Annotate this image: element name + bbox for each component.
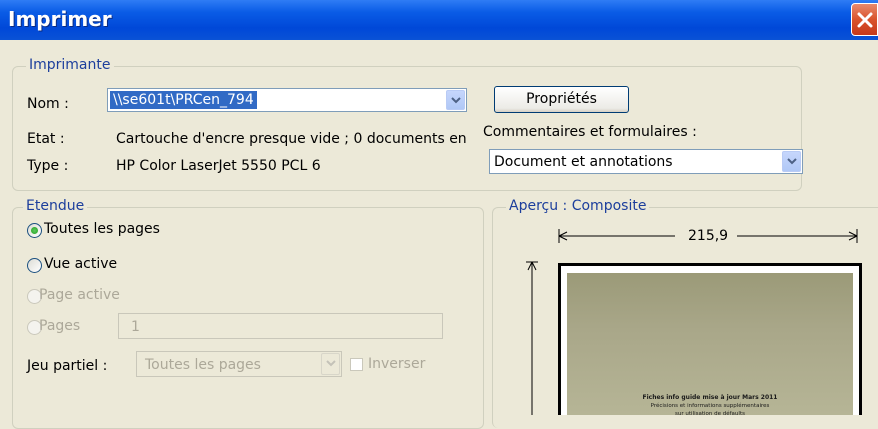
properties-button[interactable]: Propriétés [494,86,629,113]
range-group-legend: Etendue [23,198,88,214]
comments-label: Commentaires et formulaires : [483,124,697,140]
printer-name-dropdown-arrow[interactable] [446,90,465,110]
subset-value: Toutes les pages [145,357,261,373]
page-preview-content: Fiches info guide mise à jour Mars 2011 … [567,273,853,417]
comments-select[interactable]: Document et annotations [489,149,803,174]
printer-name-value: \\se601t\PRCen_794 [110,91,257,109]
radio-all-pages[interactable] [27,223,42,238]
height-dimension-line [526,261,538,415]
radio-all-pages-label[interactable]: Toutes les pages [44,221,160,237]
reverse-checkbox[interactable] [350,358,363,371]
printer-state-label: Etat : [27,131,65,147]
comments-dropdown-arrow[interactable] [782,151,801,172]
comments-value: Document et annotations [494,154,673,170]
radio-pages-label[interactable]: Pages [39,318,80,334]
printer-type-label: Type : [27,158,69,174]
reverse-label[interactable]: Inverser [368,356,425,372]
chevron-down-icon [787,158,797,165]
close-button[interactable] [851,3,878,36]
radio-current-page-label[interactable]: Page active [39,287,120,303]
page-preview-text-line2: Précisions et informations supplémentair… [650,403,770,409]
chevron-down-icon [451,97,461,104]
subset-select[interactable]: Toutes les pages [136,351,342,377]
printer-name-label: Nom : [27,96,69,112]
printer-name-select[interactable]: \\se601t\PRCen_794 [107,88,467,112]
pages-input-value: 1 [131,319,140,335]
chevron-down-icon [326,360,336,367]
radio-current-view[interactable] [27,258,42,273]
page-preview-text-line3: sur utilisation de défaults [675,411,745,417]
printer-state-value: Cartouche d'encre presque vide ; 0 docum… [116,131,467,147]
close-icon [857,12,873,28]
width-dimension-value: 215,9 [688,228,729,244]
window-title: Imprimer [8,7,112,31]
printer-type-value: HP Color LaserJet 5550 PCL 6 [116,158,321,174]
title-bar[interactable]: Imprimer [0,0,878,40]
properties-button-label: Propriétés [526,91,597,107]
page-preview: Fiches info guide mise à jour Mars 2011 … [558,263,862,417]
radio-current-view-label[interactable]: Vue active [44,256,117,272]
page-preview-text-line1: Fiches info guide mise à jour Mars 2011 [642,394,778,401]
preview-group-legend: Aperçu : Composite [506,198,650,214]
subset-dropdown-arrow[interactable] [321,353,340,375]
printer-group-legend: Imprimante [26,57,114,73]
pages-input[interactable]: 1 [118,313,443,339]
subset-label: Jeu partiel : [27,358,108,374]
